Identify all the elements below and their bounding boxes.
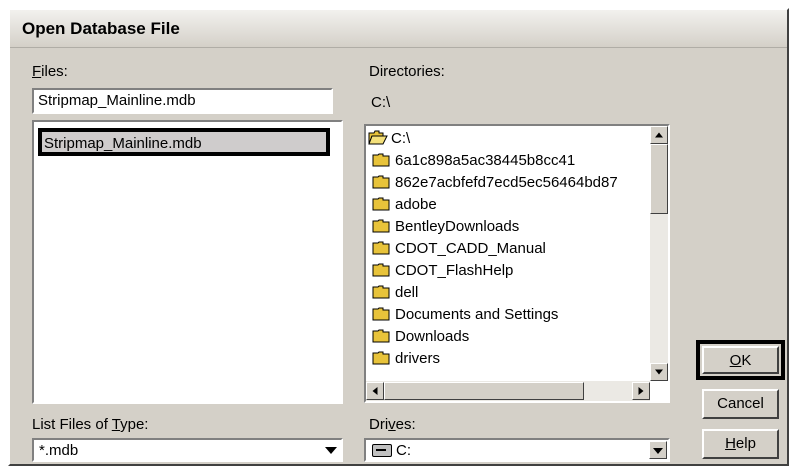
drives-dropdown[interactable]: C: bbox=[364, 438, 670, 462]
directory-item[interactable]: adobe bbox=[372, 194, 437, 216]
current-directory-path: C:\ bbox=[371, 94, 391, 111]
arrow-up-icon bbox=[655, 132, 663, 138]
open-folder-icon bbox=[368, 130, 388, 145]
directory-item-root[interactable]: C:\ bbox=[368, 128, 410, 150]
directory-item[interactable]: CDOT_FlashHelp bbox=[372, 260, 513, 282]
drives-value: C: bbox=[396, 442, 411, 459]
directories-viewport: C:\ 6a1c898a5ac38445b8cc41 862e7acbfefd7… bbox=[366, 126, 650, 381]
title-bar: Open Database File bbox=[10, 10, 787, 48]
horizontal-scroll-thumb[interactable] bbox=[384, 382, 584, 400]
directory-item[interactable]: 862e7acbfefd7ecd5ec56464bd87 bbox=[372, 172, 618, 194]
folder-icon bbox=[372, 152, 390, 167]
folder-icon bbox=[372, 328, 390, 343]
folder-icon bbox=[372, 196, 390, 211]
files-list[interactable]: Stripmap_Mainline.mdb bbox=[32, 120, 343, 404]
folder-icon bbox=[372, 350, 390, 365]
folder-icon bbox=[372, 306, 390, 321]
vertical-scrollbar[interactable] bbox=[650, 126, 668, 381]
file-type-dropdown[interactable]: *.mdb bbox=[32, 438, 343, 462]
directory-item[interactable]: CDOT_CADD_Manual bbox=[372, 238, 546, 260]
help-button[interactable]: Help bbox=[702, 429, 779, 459]
directory-item[interactable]: Documents and Settings bbox=[372, 304, 558, 326]
scroll-up-button[interactable] bbox=[650, 126, 668, 144]
file-type-value: *.mdb bbox=[39, 442, 79, 459]
folder-icon bbox=[372, 240, 390, 255]
drives-label: Drives: bbox=[369, 416, 416, 433]
scroll-down-button[interactable] bbox=[650, 363, 668, 381]
folder-icon bbox=[372, 284, 390, 299]
drives-dropdown-button[interactable] bbox=[649, 441, 667, 459]
ok-button[interactable]: OK bbox=[702, 346, 779, 374]
chevron-down-icon[interactable] bbox=[325, 447, 337, 454]
cancel-button[interactable]: Cancel bbox=[702, 389, 779, 419]
file-list-item[interactable]: Stripmap_Mainline.mdb bbox=[38, 128, 330, 156]
filename-input[interactable]: Stripmap_Mainline.mdb bbox=[32, 88, 333, 114]
directory-item[interactable]: dell bbox=[372, 282, 418, 304]
directory-item[interactable]: 6a1c898a5ac38445b8cc41 bbox=[372, 150, 575, 172]
open-database-dialog: Open Database File Files: Stripmap_Mainl… bbox=[8, 8, 789, 466]
folder-icon bbox=[372, 262, 390, 277]
arrow-left-icon bbox=[372, 387, 378, 395]
files-label: Files: bbox=[32, 63, 68, 80]
scroll-left-button[interactable] bbox=[366, 382, 384, 400]
chevron-down-icon bbox=[653, 448, 663, 454]
directories-label: Directories: bbox=[369, 63, 445, 80]
arrow-down-icon bbox=[655, 369, 663, 375]
folder-icon bbox=[372, 174, 390, 189]
scroll-right-button[interactable] bbox=[632, 382, 650, 400]
directory-item[interactable]: drivers bbox=[372, 348, 440, 370]
vertical-scroll-thumb[interactable] bbox=[650, 144, 668, 214]
folder-icon bbox=[372, 218, 390, 233]
directories-list[interactable]: C:\ 6a1c898a5ac38445b8cc41 862e7acbfefd7… bbox=[364, 124, 670, 403]
arrow-right-icon bbox=[638, 387, 644, 395]
file-type-label: List Files of Type: bbox=[32, 416, 149, 433]
drive-icon bbox=[372, 444, 392, 457]
horizontal-scrollbar[interactable] bbox=[366, 381, 650, 401]
directory-item[interactable]: Downloads bbox=[372, 326, 469, 348]
dialog-title: Open Database File bbox=[22, 19, 180, 38]
directory-item[interactable]: BentleyDownloads bbox=[372, 216, 519, 238]
